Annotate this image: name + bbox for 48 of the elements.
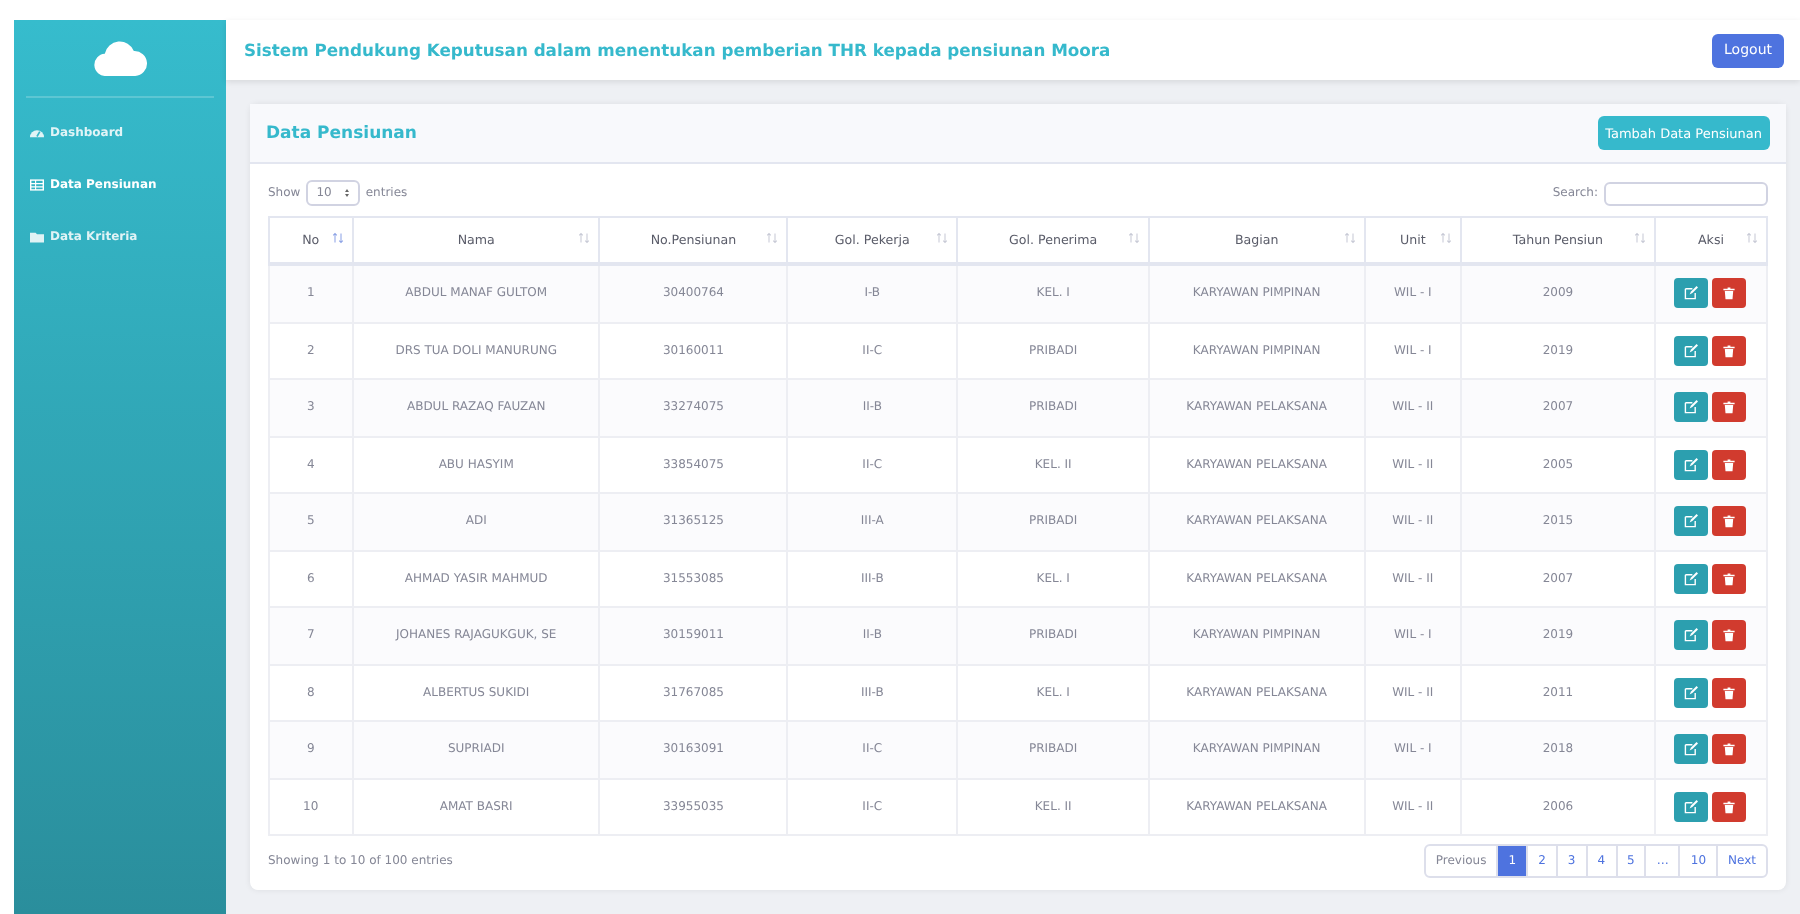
trash-icon [1722,514,1737,529]
trash-icon [1722,286,1737,301]
trash-icon [1722,571,1737,586]
edit-icon [1684,457,1699,472]
delete-button[interactable] [1712,734,1747,765]
edit-icon [1684,742,1699,757]
edit-icon [1684,571,1699,586]
delete-button[interactable] [1712,449,1747,480]
delete-button[interactable] [1712,506,1747,537]
edit-button[interactable] [1674,677,1709,708]
delete-button[interactable] [1712,278,1747,309]
gauge-icon [30,125,44,139]
edit-button[interactable] [1674,278,1709,309]
delete-button[interactable] [1712,335,1747,366]
delete-button[interactable] [1712,791,1747,822]
trash-icon [1722,628,1737,643]
edit-button[interactable] [1674,392,1709,423]
edit-button[interactable] [1674,335,1709,366]
edit-button[interactable] [1674,506,1709,537]
edit-icon [1684,286,1699,301]
trash-icon [1722,400,1737,415]
delete-button[interactable] [1712,620,1747,651]
trash-icon [1722,457,1737,472]
trash-icon [1722,343,1737,358]
edit-icon [1684,799,1699,814]
edit-button[interactable] [1674,449,1709,480]
edit-icon [1684,685,1699,700]
search-field[interactable] [1604,181,1768,205]
edit-button[interactable] [1674,791,1709,822]
app-title: Sistem Pendukung Keputusan dalam menentukan pemberian THR kepada pensiunan Moora [244,40,1111,60]
edit-icon [1684,343,1699,358]
table-icon [30,177,44,191]
trash-icon [1722,799,1737,814]
delete-button[interactable] [1712,677,1747,708]
edit-icon [1684,400,1699,415]
cloud-icon [92,40,148,76]
edit-button[interactable] [1674,563,1709,594]
delete-button[interactable] [1712,563,1747,594]
delete-button[interactable] [1712,392,1747,423]
edit-button[interactable] [1674,734,1709,765]
edit-button[interactable] [1674,620,1709,651]
edit-icon [1684,628,1699,643]
card-title: Data Pensiunan [266,123,417,143]
edit-icon [1684,514,1699,529]
trash-icon [1722,742,1737,757]
folder-icon [30,229,44,243]
trash-icon [1722,685,1737,700]
caret-icon [343,188,350,198]
